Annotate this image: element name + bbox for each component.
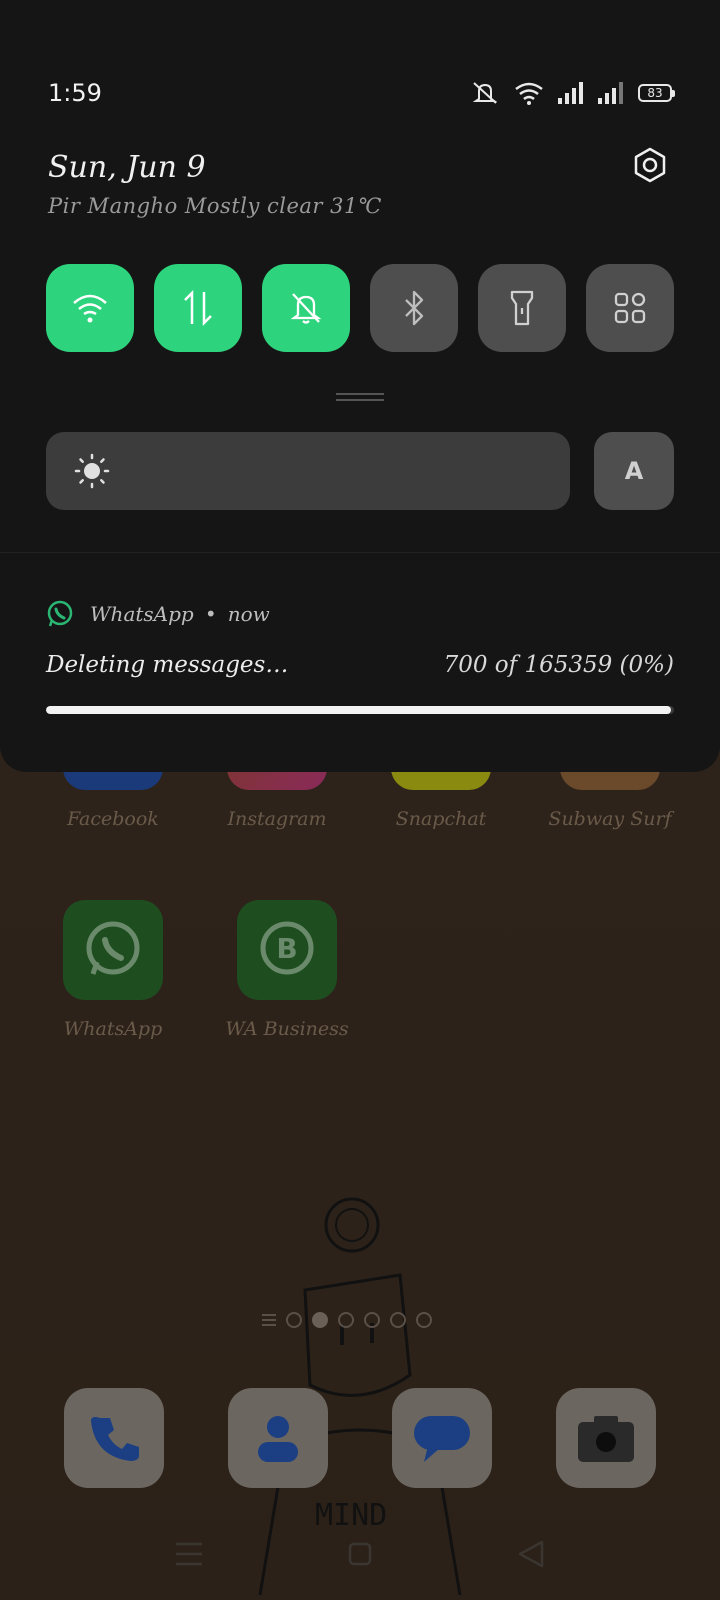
page-dot <box>338 1312 354 1328</box>
page-dot <box>364 1312 380 1328</box>
wifi-icon <box>515 82 543 105</box>
dock-contacts[interactable] <box>228 1388 328 1488</box>
data-arrows-icon <box>184 290 212 326</box>
home-square-icon[interactable] <box>348 1542 372 1566</box>
quick-settings-shade: 1:59 83 Sun, Jun 9 Pir Mangho Mostly cle… <box>0 0 720 772</box>
flashlight-icon <box>510 290 534 326</box>
progress-fill <box>46 706 671 714</box>
settings-gear-icon[interactable] <box>632 147 668 183</box>
signal-icon-2 <box>598 82 623 104</box>
notification-app-name: WhatsApp <box>90 602 194 626</box>
recents-menu-icon[interactable] <box>176 1542 202 1566</box>
notification-time: now <box>227 602 270 626</box>
navigation-bar <box>0 1530 720 1580</box>
toggle-flashlight[interactable] <box>478 264 566 352</box>
signal-icon <box>558 82 583 104</box>
status-icons: 83 <box>470 81 675 105</box>
clock: 1:59 <box>48 79 102 107</box>
status-bar: 1:59 83 <box>48 76 675 110</box>
app-whatsapp[interactable]: WhatsApp <box>48 900 178 1040</box>
dock-phone[interactable] <box>64 1388 164 1488</box>
whatsapp-business-icon: B <box>237 900 337 1000</box>
toggle-silent[interactable] <box>262 264 350 352</box>
toggle-wifi[interactable] <box>46 264 134 352</box>
app-label: Snapchat <box>395 808 487 830</box>
sun-icon <box>74 453 110 489</box>
app-drawer-lines-icon <box>262 1314 276 1326</box>
camera-icon <box>578 1416 634 1462</box>
page-dot <box>390 1312 406 1328</box>
page-dot-active <box>312 1312 328 1328</box>
notification-body: Deleting messages… 700 of 165359 (0%) <box>46 652 674 678</box>
wifi-icon <box>73 294 107 323</box>
page-indicator[interactable] <box>262 1312 432 1328</box>
contacts-icon <box>258 1416 298 1462</box>
app-label: Facebook <box>67 808 159 830</box>
page-dot <box>286 1312 302 1328</box>
toggle-bluetooth[interactable] <box>370 264 458 352</box>
bell-off-icon <box>290 293 322 324</box>
page-dot <box>416 1312 432 1328</box>
app-label: WhatsApp <box>63 1018 163 1040</box>
app-label: WA Business <box>225 1018 349 1040</box>
dock-camera[interactable] <box>556 1388 656 1488</box>
bluetooth-icon <box>405 290 424 326</box>
quick-toggles <box>46 264 674 352</box>
battery-icon: 83 <box>638 84 675 102</box>
progress-bar <box>46 706 674 714</box>
back-triangle-icon[interactable] <box>518 1540 544 1568</box>
date-text: Sun, Jun 9 <box>48 150 206 185</box>
divider <box>0 552 720 553</box>
toggle-mobile-data[interactable] <box>154 264 242 352</box>
weather-text: Pir Mangho Mostly clear 31℃ <box>48 194 382 218</box>
whatsapp-icon <box>47 600 73 627</box>
app-label: Instagram <box>227 808 327 830</box>
messages-icon <box>414 1416 470 1462</box>
dock-messages[interactable] <box>392 1388 492 1488</box>
notification-header: WhatsApp • now <box>46 598 674 630</box>
svg-text:B: B <box>276 932 297 965</box>
brightness-slider[interactable] <box>46 432 570 510</box>
auto-brightness-button[interactable]: A <box>594 432 674 510</box>
separator: • <box>204 602 217 626</box>
mute-icon <box>472 82 498 104</box>
toggle-more-tiles[interactable] <box>586 264 674 352</box>
app-wa-business[interactable]: B WA Business <box>212 900 362 1040</box>
notification-progress-count: 700 of 165359 (0%) <box>443 652 674 678</box>
phone-icon <box>91 1417 139 1461</box>
app-label: Subway Surf <box>548 808 672 830</box>
whatsapp-notification[interactable]: WhatsApp • now Deleting messages… 700 of… <box>46 598 674 714</box>
svg-text:MIND: MIND <box>315 1498 387 1533</box>
whatsapp-icon <box>63 900 163 1000</box>
expand-handle[interactable] <box>336 393 384 401</box>
notification-title: Deleting messages… <box>46 652 289 678</box>
grid-icon <box>614 292 646 324</box>
